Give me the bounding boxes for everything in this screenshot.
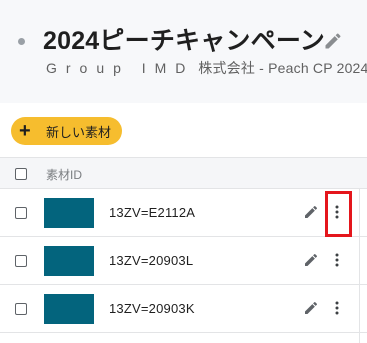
bullet-dot-icon xyxy=(18,38,25,45)
row-checkbox[interactable] xyxy=(15,303,27,315)
column-header-material-id: 素材ID xyxy=(46,168,83,182)
table-header: 素材ID xyxy=(0,157,367,189)
material-id: 13ZV=E2112A xyxy=(109,205,196,220)
plus-icon: + xyxy=(19,120,31,142)
row-checkbox[interactable] xyxy=(15,207,27,219)
material-id: 13ZV=20903K xyxy=(109,301,195,316)
material-id: 13ZV=20903L xyxy=(109,253,194,268)
pencil-icon[interactable] xyxy=(323,31,343,51)
pencil-icon[interactable] xyxy=(303,252,319,268)
more-vertical-icon[interactable] xyxy=(330,251,344,269)
add-material-label: 新しい素材 xyxy=(46,124,112,140)
add-material-button[interactable]: + 新しい素材 xyxy=(11,117,122,145)
table-row[interactable]: 13ZV=20903K xyxy=(0,285,367,333)
subtitle-brand: IMD xyxy=(141,60,195,76)
page-title: 2024ピーチキャンペーン xyxy=(43,27,325,55)
material-thumbnail[interactable] xyxy=(44,198,94,228)
pencil-icon[interactable] xyxy=(303,204,319,220)
row-checkbox[interactable] xyxy=(15,255,27,267)
materials-table: 素材ID 13ZV=E2112A 13ZV=20903L 13ZV=20903K xyxy=(0,157,367,343)
more-vertical-icon[interactable] xyxy=(330,299,344,317)
material-thumbnail[interactable] xyxy=(44,294,94,324)
material-thumbnail[interactable] xyxy=(44,246,94,276)
table-row[interactable]: 13ZV=E2112A xyxy=(0,189,367,237)
table-row[interactable]: 13ZV=20903L xyxy=(0,237,367,285)
pencil-icon[interactable] xyxy=(303,300,319,316)
highlight-box xyxy=(325,191,352,237)
subtitle-group: Group xyxy=(46,60,130,76)
subtitle-org: 株式会社 - Peach CP 2024 xyxy=(198,60,367,76)
page-subtitle: Group IMD 株式会社 - Peach CP 2024 xyxy=(46,58,367,78)
page-header: 2024ピーチキャンペーン Group IMD 株式会社 - Peach CP … xyxy=(0,0,367,103)
select-all-checkbox[interactable] xyxy=(15,168,27,180)
